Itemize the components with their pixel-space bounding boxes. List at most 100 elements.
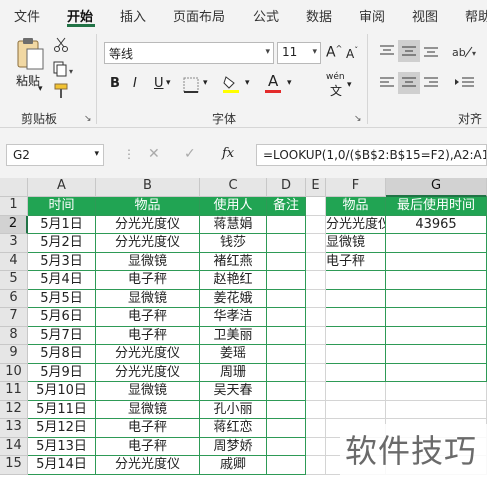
cell[interactable] (306, 215, 326, 234)
column-header-a[interactable]: A (28, 178, 96, 197)
more-options-icon[interactable]: ⋮ (123, 147, 135, 161)
lookup-header-cell[interactable]: 物品 (326, 197, 386, 216)
table-cell[interactable] (267, 308, 306, 327)
align-middle-icon[interactable] (398, 40, 420, 62)
row-header[interactable]: 1 (0, 197, 28, 216)
table-cell[interactable]: 5月7日 (28, 326, 96, 345)
format-painter-icon[interactable] (52, 82, 70, 100)
table-cell[interactable]: 分光光度仪 (96, 456, 200, 475)
paste-icon[interactable] (12, 36, 48, 72)
table-cell[interactable]: 5月2日 (28, 234, 96, 253)
row-header[interactable]: 2 (0, 215, 28, 234)
chevron-down-icon[interactable]: ▾ (347, 80, 352, 90)
table-cell[interactable]: 5月12日 (28, 419, 96, 438)
align-right-icon[interactable] (420, 72, 442, 94)
table-header-cell[interactable]: 时间 (28, 197, 96, 216)
table-cell[interactable]: 5月6日 (28, 308, 96, 327)
cell[interactable] (306, 345, 326, 364)
row-header[interactable]: 4 (0, 252, 28, 271)
cell[interactable] (306, 456, 326, 475)
table-cell[interactable] (267, 326, 306, 345)
chevron-down-icon[interactable]: ▾ (203, 78, 208, 88)
indent-icon[interactable] (450, 72, 480, 94)
table-cell[interactable] (267, 271, 306, 290)
table-cell[interactable]: 吴天春 (200, 382, 267, 401)
table-cell[interactable]: 姜瑶 (200, 345, 267, 364)
bold-button[interactable]: B (110, 76, 120, 91)
tab-data[interactable]: 数据 (306, 6, 332, 25)
table-cell[interactable]: 电子秤 (96, 308, 200, 327)
borders-icon[interactable] (180, 76, 202, 94)
fill-color-icon[interactable] (220, 74, 242, 94)
table-cell[interactable]: 显微镜 (96, 382, 200, 401)
cell[interactable] (306, 363, 326, 382)
table-cell[interactable]: 华孝洁 (200, 308, 267, 327)
cell[interactable] (306, 382, 326, 401)
table-cell[interactable]: 分光光度仪 (96, 215, 200, 234)
table-header-cell[interactable]: 物品 (96, 197, 200, 216)
table-header-cell[interactable]: 使用人 (200, 197, 267, 216)
tab-formulas[interactable]: 公式 (253, 6, 279, 25)
table-cell[interactable] (267, 382, 306, 401)
enter-icon[interactable]: ✓ (184, 146, 196, 162)
row-header[interactable]: 8 (0, 326, 28, 345)
table-cell[interactable]: 5月3日 (28, 252, 96, 271)
name-box[interactable]: G2 ▾ (6, 144, 104, 166)
tab-page-layout[interactable]: 页面布局 (173, 6, 225, 25)
table-cell[interactable]: 5月1日 (28, 215, 96, 234)
column-header-b[interactable]: B (96, 178, 200, 197)
table-cell[interactable]: 显微镜 (96, 252, 200, 271)
tab-home[interactable]: 开始 (67, 6, 93, 25)
paste-dropdown-icon[interactable]: ▾ (38, 84, 43, 94)
table-cell[interactable]: 孔小丽 (200, 400, 267, 419)
table-cell[interactable] (267, 456, 306, 475)
font-launcher-icon[interactable]: ↘ (354, 114, 362, 124)
cell[interactable] (326, 400, 386, 419)
tab-review[interactable]: 审阅 (359, 6, 385, 25)
font-size-dropdown[interactable]: 11 ▾ (277, 42, 321, 64)
tab-insert[interactable]: 插入 (120, 6, 146, 25)
table-cell[interactable]: 卫美丽 (200, 326, 267, 345)
cell[interactable] (306, 252, 326, 271)
lookup-cell[interactable] (326, 289, 386, 308)
lookup-cell[interactable]: 分光光度仪 (326, 215, 386, 234)
cell[interactable] (306, 197, 326, 216)
copy-icon[interactable]: ▾ (52, 60, 76, 78)
table-cell[interactable]: 赵艳红 (200, 271, 267, 290)
cell[interactable] (306, 400, 326, 419)
align-center-icon[interactable] (398, 72, 420, 94)
table-cell[interactable]: 5月4日 (28, 271, 96, 290)
table-cell[interactable]: 5月11日 (28, 400, 96, 419)
column-header-d[interactable]: D (267, 178, 306, 197)
table-cell[interactable]: 蒋红恋 (200, 419, 267, 438)
row-header[interactable]: 7 (0, 308, 28, 327)
lookup-cell[interactable] (386, 252, 487, 271)
lookup-cell[interactable] (386, 289, 487, 308)
phonetic-guide-icon[interactable]: wén (326, 72, 345, 82)
table-cell[interactable]: 5月9日 (28, 363, 96, 382)
table-cell[interactable]: 蒋慧娟 (200, 215, 267, 234)
table-cell[interactable]: 电子秤 (96, 271, 200, 290)
lookup-cell[interactable] (326, 363, 386, 382)
lookup-cell[interactable] (386, 326, 487, 345)
chevron-down-icon[interactable]: ▾ (287, 78, 292, 88)
cell[interactable] (306, 234, 326, 253)
row-header[interactable]: 10 (0, 363, 28, 382)
lookup-cell[interactable] (386, 234, 487, 253)
column-header-g[interactable]: G (386, 178, 487, 197)
lookup-cell[interactable] (326, 308, 386, 327)
table-cell[interactable]: 电子秤 (96, 419, 200, 438)
row-header[interactable]: 6 (0, 289, 28, 308)
table-cell[interactable]: 分光光度仪 (96, 345, 200, 364)
cell[interactable] (386, 400, 487, 419)
shrink-font-icon[interactable]: Aˇ (346, 46, 358, 61)
lookup-header-cell[interactable]: 最后使用时间 (386, 197, 487, 216)
paste-label[interactable]: 粘贴 (16, 72, 40, 89)
align-left-icon[interactable] (376, 72, 398, 94)
cancel-icon[interactable]: ✕ (148, 146, 160, 162)
table-cell[interactable]: 电子秤 (96, 437, 200, 456)
table-cell[interactable]: 周梦娇 (200, 437, 267, 456)
table-cell[interactable]: 戚卿 (200, 456, 267, 475)
lookup-cell[interactable] (326, 326, 386, 345)
row-header[interactable]: 11 (0, 382, 28, 401)
